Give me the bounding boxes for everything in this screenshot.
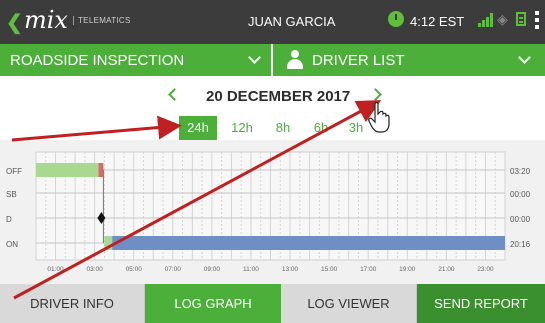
roadside-inspection-label: ROADSIDE INSPECTION: [10, 52, 185, 69]
x-tick-label: 13:00: [282, 266, 299, 273]
clock-icon: [388, 11, 404, 27]
x-tick-label: 11:00: [243, 266, 259, 273]
chevron-down-icon: [518, 51, 531, 64]
overflow-menu-icon[interactable]: [535, 11, 539, 29]
row-label: D: [6, 215, 12, 224]
wifi-icon: ◈: [497, 11, 508, 27]
tab-driver-info[interactable]: DRIVER INFO: [0, 284, 145, 323]
row-label: SB: [6, 190, 17, 199]
duty-segment-off: [36, 163, 99, 177]
row-total: 03:20: [510, 167, 531, 176]
duty-segment-on: [104, 236, 113, 250]
driver-name: JUAN GARCIA: [248, 14, 336, 29]
log-graph-chart: OFF 03:20 SB 00:00 D 00:00 ON 20:16 01:00 03:00 05…: [6, 151, 531, 273]
signal-icon: [478, 13, 494, 27]
range-tab-24h[interactable]: 24h: [179, 116, 217, 140]
range-tab-12h[interactable]: 12h: [223, 116, 261, 140]
range-tab-8h[interactable]: 8h: [264, 116, 302, 140]
x-tick-label: 19:00: [399, 266, 416, 273]
x-tick-label: 17:00: [360, 266, 377, 273]
range-tab-6h[interactable]: 6h: [302, 116, 340, 140]
document-icon[interactable]: [516, 12, 526, 26]
row-total: 00:00: [510, 215, 531, 224]
x-tick-label: 15:00: [321, 266, 338, 273]
x-tick-label: 09:00: [204, 266, 221, 273]
x-tick-label: 03:00: [86, 266, 103, 273]
nav-bar: ROADSIDE INSPECTION DRIVER LIST: [0, 44, 545, 76]
x-tick-label: 23:00: [477, 266, 494, 273]
duty-segment-off: [98, 163, 104, 177]
date-selector: 20 DECEMBER 2017: [0, 76, 545, 116]
time-range-tabs: 24h 12h 8h 6h 3h: [0, 116, 545, 140]
driver-list-dropdown[interactable]: DRIVER LIST: [276, 44, 545, 76]
driver-list-label: DRIVER LIST: [312, 52, 405, 69]
x-tick-label: 05:00: [126, 266, 143, 273]
tab-log-graph[interactable]: LOG GRAPH: [145, 284, 281, 323]
clock-time: 4:12 EST: [410, 14, 465, 29]
mix-logo: mix: [24, 6, 68, 34]
back-chevron-icon[interactable]: ❮: [6, 10, 23, 35]
tab-send-report[interactable]: SEND REPORT: [417, 284, 545, 323]
current-date: 20 DECEMBER 2017: [206, 88, 351, 105]
range-tab-3h[interactable]: 3h: [337, 116, 375, 140]
roadside-inspection-dropdown[interactable]: ROADSIDE INSPECTION: [0, 44, 273, 76]
status-bar: ❮ mix TELEMATICS JUAN GARCIA 4:12 EST ◈: [0, 0, 545, 44]
log-graph: OFF 03:20 SB 00:00 D 00:00 ON 20:16 01:00 03:00 05…: [0, 140, 545, 284]
chevron-down-icon: [248, 51, 261, 64]
tab-log-viewer[interactable]: LOG VIEWER: [281, 284, 417, 323]
bottom-tabs: DRIVER INFO LOG GRAPH LOG VIEWER SEND RE…: [0, 284, 545, 323]
row-label: ON: [6, 240, 18, 249]
telematics-label: TELEMATICS: [73, 16, 131, 25]
row-label: OFF: [6, 167, 22, 176]
person-icon: [286, 50, 304, 70]
next-day-button[interactable]: [370, 87, 384, 103]
row-total: 00:00: [510, 190, 531, 199]
duty-segment-on: [112, 236, 506, 250]
x-tick-label: 01:00: [47, 266, 64, 273]
previous-day-button[interactable]: [166, 87, 180, 103]
x-tick-label: 21:00: [438, 266, 455, 273]
x-tick-label: 07:00: [165, 266, 182, 273]
row-total: 20:16: [510, 240, 531, 249]
